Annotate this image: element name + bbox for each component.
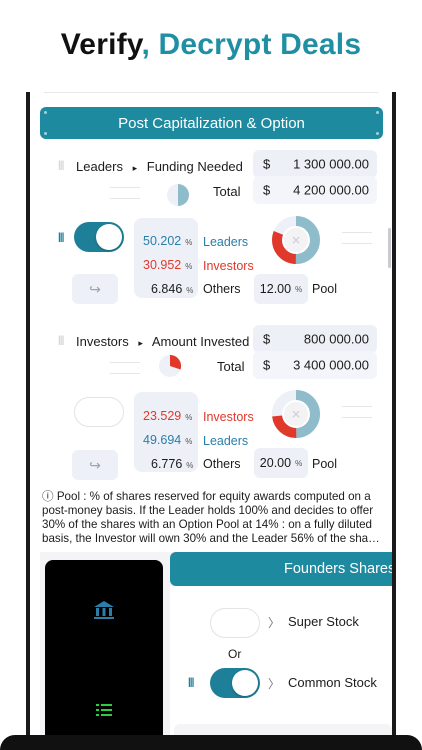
label-others: Others: [203, 457, 241, 471]
pct-others: 6.776%: [151, 457, 194, 471]
crumb-right: Funding Needed: [146, 159, 243, 174]
divider: [44, 92, 378, 93]
common-stock-toggle[interactable]: [210, 668, 260, 698]
side-menu-panel: [45, 560, 163, 735]
lower-section: Founders Shares 〉 Super Stock Or ||| 〉 C…: [40, 552, 392, 735]
return-icon[interactable]: ↪: [72, 274, 118, 304]
pct-leaders: 50.202%: [143, 234, 193, 248]
label-others: Others: [203, 282, 241, 296]
headline-part2: , Decrypt Deals: [141, 28, 362, 61]
crumb-left: Investors: [76, 334, 129, 349]
amount-value: 800 000.00: [303, 331, 369, 347]
total-field: $ 4 200 000.00: [253, 176, 377, 204]
label-leaders: Leaders: [203, 434, 249, 448]
decor-lines: [342, 232, 372, 244]
pie-mini-icon: [167, 184, 189, 206]
marketing-headline: Verify, Decrypt Deals: [0, 28, 422, 62]
pool-info-note: ⓘ Pool : % of shares reserved for equity…: [42, 490, 380, 545]
crumb-left: Leaders: [76, 159, 123, 174]
currency-symbol: $: [263, 182, 271, 198]
headline-part1: Verify: [60, 28, 142, 61]
pct-investors: 23.529%: [143, 409, 193, 423]
label-investors: Investors: [203, 259, 254, 273]
close-icon: ✕: [291, 234, 301, 248]
phone-frame-bottom: [0, 735, 422, 750]
pct-others: 6.846%: [151, 282, 194, 296]
label-leaders: Leaders: [203, 235, 249, 249]
pool-label: Pool: [312, 457, 338, 471]
investors-toggle[interactable]: [74, 397, 124, 427]
scrollbar[interactable]: [388, 228, 391, 268]
return-icon[interactable]: ↪: [72, 450, 118, 480]
app-screen: Post Capitalization & Option ||| Leaders…: [30, 92, 392, 735]
pool-field[interactable]: 20.00%: [254, 448, 308, 478]
drag-handle-icon: |||: [58, 232, 64, 243]
drag-handle-icon: |||: [58, 335, 64, 346]
phone-frame-right: [392, 92, 396, 750]
drag-handle-icon: |||: [58, 160, 64, 171]
label-investors: Investors: [203, 410, 254, 424]
or-label: Or: [228, 647, 242, 661]
founders-options: 〉 Super Stock Or ||| 〉 Common Stock: [170, 586, 392, 735]
donut-chart-leaders: ✕: [272, 216, 320, 264]
pool-field[interactable]: 12.00%: [254, 274, 308, 304]
donut-chart-investors: ✕: [272, 390, 320, 438]
total-label: Total: [217, 359, 245, 374]
drag-handle-icon: |||: [188, 677, 194, 688]
pie-mini-icon: [159, 354, 182, 377]
total-label: Total: [213, 184, 241, 199]
crumb-right: Amount Invested: [151, 334, 250, 349]
decor-lines: [110, 362, 140, 374]
currency-symbol: $: [263, 357, 271, 373]
currency-symbol: $: [263, 156, 271, 172]
list-icon[interactable]: [96, 703, 112, 717]
decor-lines: [342, 406, 372, 418]
next-card: [174, 724, 392, 735]
breadcrumb-investors[interactable]: Investors ▸ Amount Invested: [76, 334, 249, 349]
bank-icon[interactable]: [93, 600, 115, 620]
leaders-toggle[interactable]: [74, 222, 124, 252]
breadcrumb-leaders[interactable]: Leaders ▸ Funding Needed: [76, 159, 243, 174]
crumb-arrow-icon: ▸: [138, 338, 143, 348]
decor-lines: [110, 187, 140, 199]
chevron-right-icon: 〉: [268, 616, 281, 630]
amount-invested-field[interactable]: $ 800 000.00: [253, 325, 377, 353]
founders-title: Founders Shares: [284, 561, 392, 577]
pct-leaders: 49.694%: [143, 433, 193, 447]
crumb-arrow-icon: ▸: [132, 163, 138, 173]
chevron-right-icon: 〉: [268, 677, 281, 691]
founders-shares-header: Founders Shares: [170, 552, 392, 586]
super-stock-toggle[interactable]: [210, 608, 260, 638]
total-value: 3 400 000.00: [293, 357, 369, 373]
pool-label: Pool: [312, 282, 338, 296]
pct-investors: 30.952%: [143, 258, 193, 272]
close-icon: ✕: [291, 408, 301, 422]
option-common-stock[interactable]: Common Stock: [288, 675, 377, 690]
total-field: $ 3 400 000.00: [253, 351, 377, 379]
option-super-stock[interactable]: Super Stock: [288, 614, 359, 629]
currency-symbol: $: [263, 331, 271, 347]
funding-needed-field[interactable]: $ 1 300 000.00: [253, 150, 377, 178]
total-value: 4 200 000.00: [293, 182, 369, 198]
section-title: Post Capitalization & Option: [118, 114, 305, 132]
funding-value: 1 300 000.00: [293, 156, 369, 172]
section-header: Post Capitalization & Option: [40, 107, 383, 139]
